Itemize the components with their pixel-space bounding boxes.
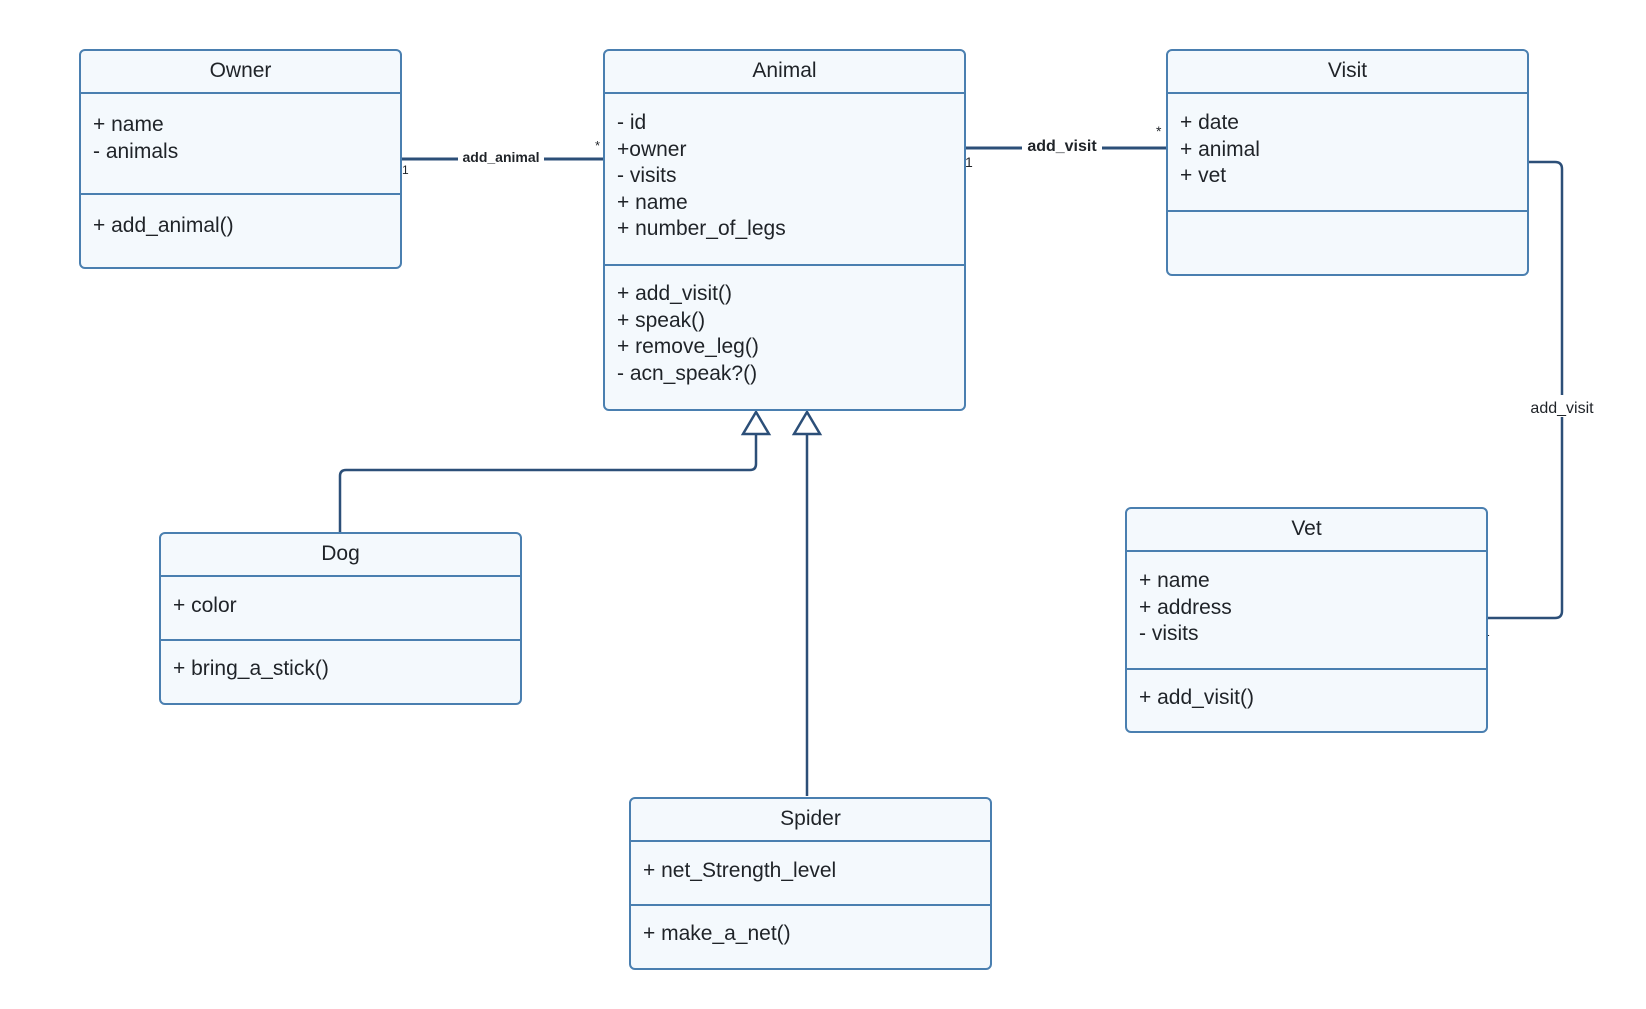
class-name: Dog xyxy=(161,534,520,577)
attribute: + animal xyxy=(1180,137,1260,161)
attribute: + name xyxy=(93,113,164,136)
diagram-canvas: add_animal 1 * add_visit 1 * add_visit *… xyxy=(0,0,1646,1009)
attribute: - visits xyxy=(617,164,677,187)
attribute: + address xyxy=(1139,595,1232,619)
class-vet[interactable]: Vet + name + address - visits + add_visi… xyxy=(1125,507,1488,733)
methods-section: + make_a_net() xyxy=(631,906,990,948)
methods-section: + add_visit() xyxy=(1127,670,1486,712)
generalization-spider-animal[interactable] xyxy=(791,409,823,796)
method: + remove_leg() xyxy=(617,335,759,358)
multiplicity-source: 1 xyxy=(965,154,973,170)
association-label: add_visit xyxy=(1027,138,1097,155)
class-name: Vet xyxy=(1127,509,1486,552)
attributes-section: + date + animal + vet xyxy=(1168,94,1527,212)
attribute: + name xyxy=(1139,569,1210,592)
attribute: - visits xyxy=(1139,622,1199,645)
attributes-section: + net_Strength_level xyxy=(631,842,990,906)
inheritance-arrowhead-icon xyxy=(740,409,772,436)
method: + add_visit() xyxy=(617,282,732,305)
class-name: Owner xyxy=(81,51,400,94)
method: + add_visit() xyxy=(1139,686,1254,709)
methods-section: + add_animal() xyxy=(81,195,400,240)
attribute: + date xyxy=(1180,111,1239,134)
class-spider[interactable]: Spider + net_Strength_level + make_a_net… xyxy=(629,797,992,970)
attributes-section: + name - animals xyxy=(81,94,400,195)
attribute: + net_Strength_level xyxy=(643,859,837,882)
association-animal-visit[interactable]: add_visit 1 * xyxy=(965,123,1166,170)
attribute: + name xyxy=(617,190,688,214)
multiplicity-target: * xyxy=(595,138,600,153)
class-name: Visit xyxy=(1168,51,1527,94)
class-owner[interactable]: Owner + name - animals + add_animal() xyxy=(79,49,402,269)
class-animal[interactable]: Animal - id +owner - visits + name + num… xyxy=(603,49,966,411)
methods-section: + bring_a_stick() xyxy=(161,641,520,683)
method: + bring_a_stick() xyxy=(173,657,329,680)
class-name: Spider xyxy=(631,799,990,842)
inheritance-arrowhead-icon xyxy=(791,409,823,436)
association-owner-animal[interactable]: add_animal 1 * xyxy=(402,138,603,177)
association-label: add_visit xyxy=(1530,400,1594,417)
attribute: + color xyxy=(173,594,237,617)
method: + add_animal() xyxy=(93,214,234,237)
class-visit[interactable]: Visit + date + animal + vet xyxy=(1166,49,1529,276)
attribute: + number_of_legs xyxy=(617,217,786,240)
association-label: add_animal xyxy=(462,149,539,165)
attributes-section: + color xyxy=(161,577,520,641)
multiplicity-target: * xyxy=(1156,123,1162,139)
class-name: Animal xyxy=(605,51,964,94)
class-dog[interactable]: Dog + color + bring_a_stick() xyxy=(159,532,522,705)
methods-section: + add_visit() + speak() + remove_leg() -… xyxy=(605,266,964,387)
method: + speak() xyxy=(617,308,706,332)
attributes-section: + name + address - visits xyxy=(1127,552,1486,670)
multiplicity-source: 1 xyxy=(402,163,409,177)
generalization-dog-animal[interactable] xyxy=(338,409,772,532)
attribute: + vet xyxy=(1180,164,1227,187)
attributes-section: - id +owner - visits + name + number_of_… xyxy=(605,94,964,266)
attribute: - id xyxy=(617,111,647,134)
attribute: - animals xyxy=(93,139,179,163)
attribute: +owner xyxy=(617,137,687,161)
method: - acn_speak?() xyxy=(617,361,758,385)
method: + make_a_net() xyxy=(643,922,791,945)
generalization-line xyxy=(338,434,758,532)
